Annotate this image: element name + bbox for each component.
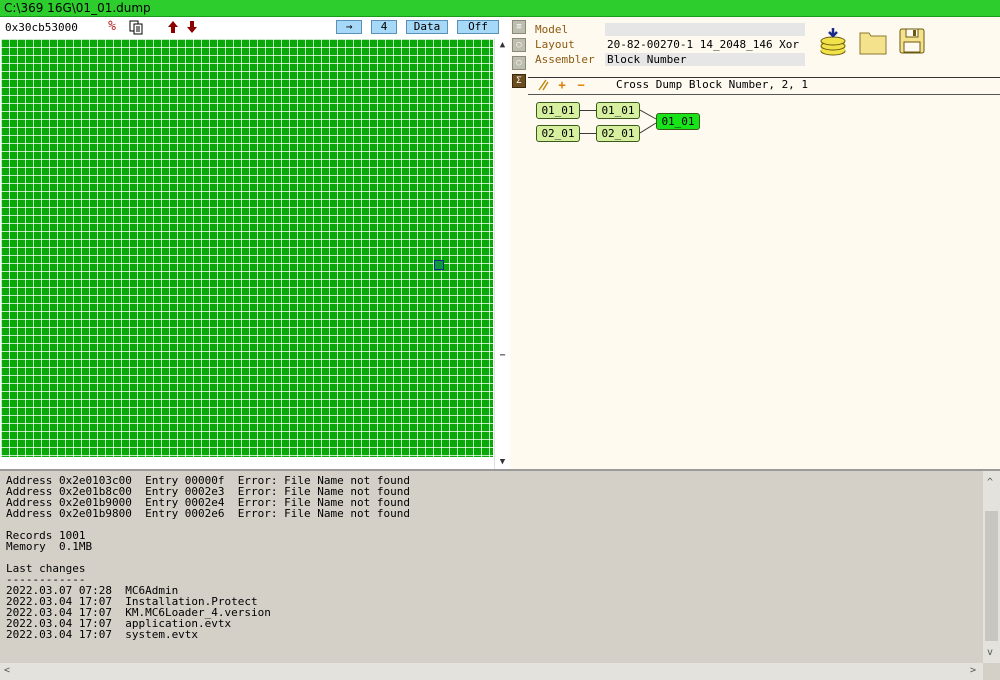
properties-panel: ≡ ○ ○ Σ Model Layout 20-82-00270-1 14_20…	[510, 17, 1000, 469]
dump-map-panel: 0x30cb53000 % → 4 Data Off ▲ − ▼	[0, 17, 510, 469]
graph-edge	[640, 109, 657, 134]
layout-row: Layout 20-82-00270-1 14_2048_146 Xor	[535, 38, 835, 52]
layout-field[interactable]: 20-82-00270-1 14_2048_146 Xor	[605, 38, 805, 51]
map-toolbar: 0x30cb53000 % → 4 Data Off	[0, 17, 510, 38]
brush-icon[interactable]	[536, 78, 550, 92]
scroll-down-arrow[interactable]: v	[987, 647, 993, 658]
graph-edge	[580, 133, 596, 134]
plus-icon[interactable]: +	[555, 78, 569, 92]
folder-icon[interactable]	[858, 27, 888, 55]
selected-block[interactable]	[434, 260, 444, 270]
map-scrollbar[interactable]: ▲ − ▼	[494, 38, 510, 469]
assembler-label: Assembler	[535, 53, 595, 66]
mode-button[interactable]: Data	[406, 20, 448, 34]
cross-node[interactable]: 02_01	[536, 125, 580, 142]
toggle-button[interactable]: Off	[457, 20, 499, 34]
scroll-up-arrow[interactable]: ▲	[495, 39, 510, 51]
model-label: Model	[535, 23, 569, 36]
arrow-down-icon[interactable]	[184, 19, 200, 35]
window-title: C:\369 16G\01_01.dump	[0, 0, 1000, 17]
cross-node[interactable]: 01_01	[536, 102, 580, 119]
cross-icon[interactable]: Σ	[512, 74, 526, 88]
assembler-row: Assembler Block Number	[535, 53, 835, 67]
side-toolbar: ≡ ○ ○ Σ	[510, 17, 528, 97]
arrow-up-icon[interactable]	[165, 19, 181, 35]
log-line: Address 0x2e01b9800 Entry 0002e6 Error: …	[6, 507, 410, 520]
direction-button[interactable]: →	[336, 20, 362, 34]
percent-icon[interactable]: %	[104, 19, 120, 35]
log-line: Memory 0.1MB	[6, 540, 93, 553]
cross-toolbar: + − Cross Dump Block Number, 2, 1	[528, 77, 1000, 95]
scroll-up-arrow[interactable]: ^	[987, 477, 993, 488]
model-field[interactable]	[605, 23, 805, 36]
address-field[interactable]: 0x30cb53000	[2, 20, 96, 35]
cross-result-node[interactable]: 01_01	[656, 113, 700, 130]
cross-separator	[528, 94, 1000, 95]
cross-node[interactable]: 01_01	[596, 102, 640, 119]
scroll-left-arrow[interactable]: <	[4, 665, 10, 676]
block-map[interactable]	[0, 38, 494, 458]
minus-icon[interactable]: −	[574, 78, 588, 92]
scroll-right-arrow[interactable]: >	[970, 665, 976, 676]
log-vscrollbar[interactable]: ^ v	[983, 471, 1000, 663]
block-grid[interactable]	[1, 39, 493, 457]
log-hscrollbar[interactable]: < >	[0, 663, 983, 680]
model-row: Model	[535, 23, 835, 37]
scroll-down-arrow[interactable]: ▼	[495, 456, 510, 468]
graph-edge	[580, 110, 596, 111]
log-line: 2022.03.04 17:07 system.evtx	[6, 628, 199, 641]
cross-dump-title: Cross Dump Block Number, 2, 1	[616, 78, 809, 91]
copy-icon[interactable]	[128, 19, 144, 35]
save-icon[interactable]	[898, 27, 928, 55]
bulb-icon[interactable]: ○	[512, 56, 526, 70]
log-output: Address 0x2e0103c00 Entry 00000f Error: …	[6, 475, 410, 640]
cross-node[interactable]: 02_01	[596, 125, 640, 142]
bulb-icon[interactable]: ○	[512, 38, 526, 52]
log-scroll-thumb[interactable]	[985, 511, 998, 641]
database-load-icon[interactable]	[818, 27, 848, 56]
zoom-out-icon[interactable]: −	[495, 350, 510, 362]
count-button[interactable]: 4	[371, 20, 397, 34]
assembler-field[interactable]: Block Number	[605, 53, 805, 66]
layout-label: Layout	[535, 38, 575, 51]
log-panel: Address 0x2e0103c00 Entry 00000f Error: …	[0, 469, 1000, 680]
list-icon[interactable]: ≡	[512, 20, 526, 34]
